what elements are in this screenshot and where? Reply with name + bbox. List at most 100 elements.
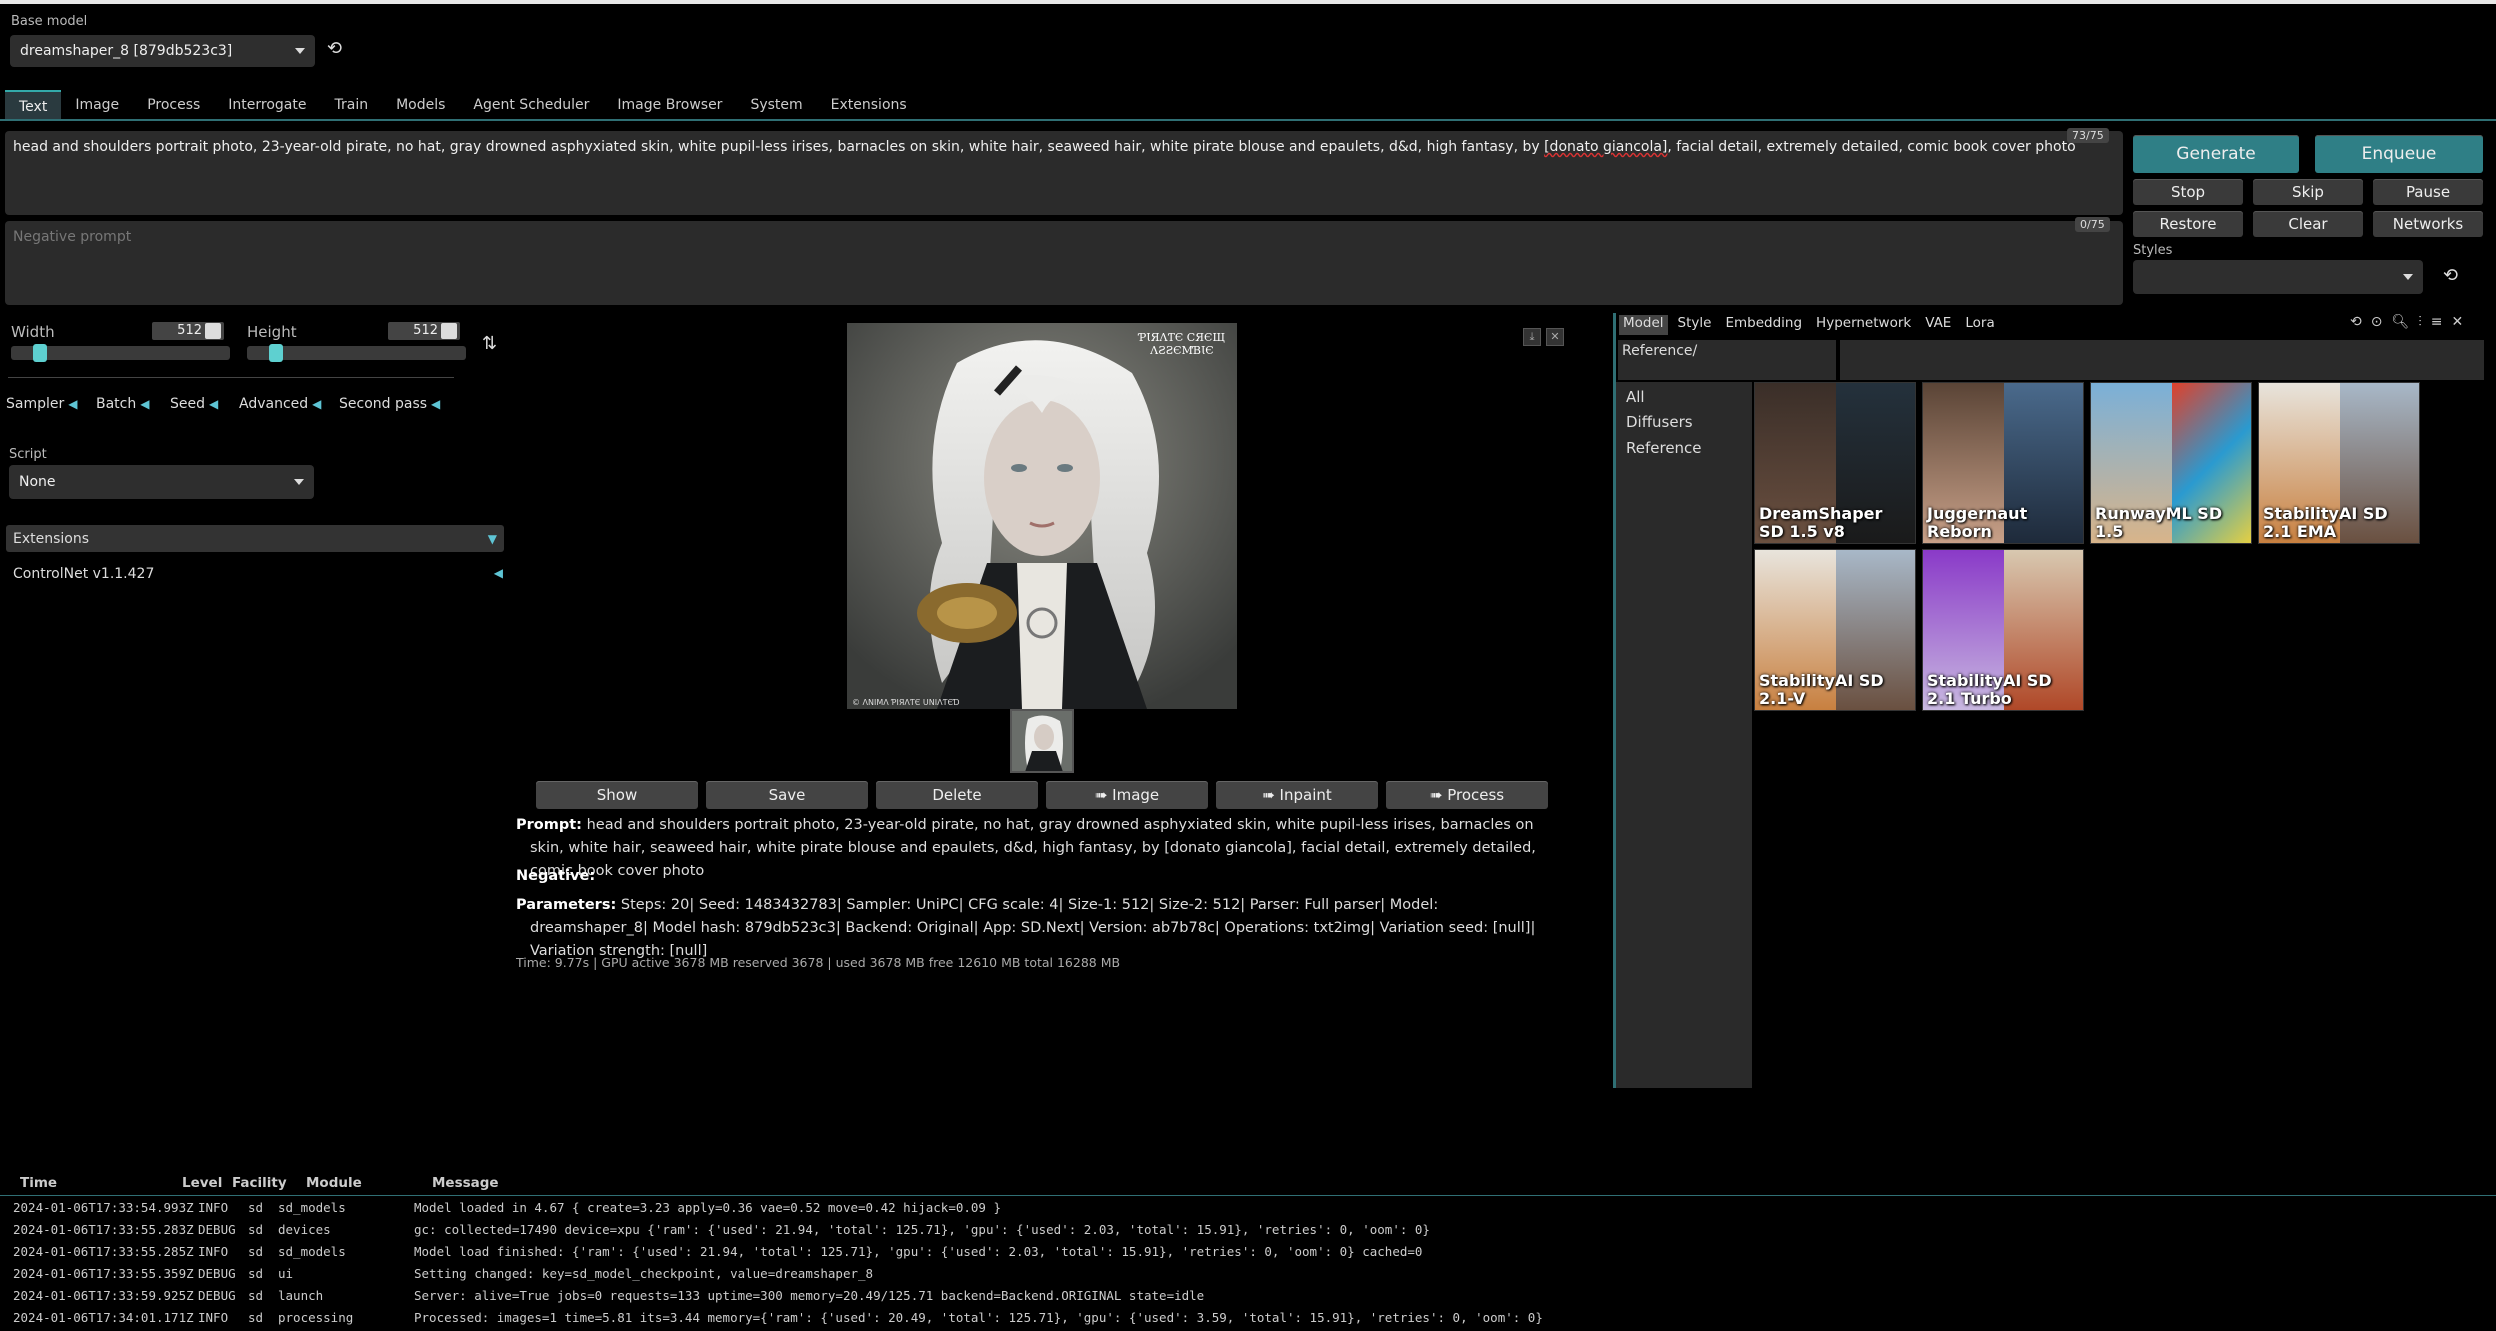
negative-prompt-input[interactable]: Negative prompt — [5, 221, 2123, 305]
send-to-process-button[interactable]: ➠ Process — [1386, 781, 1548, 809]
networks-folder-list: All Diffusers Reference — [1616, 382, 1752, 1088]
pause-button[interactable]: Pause — [2373, 179, 2483, 205]
stop-button[interactable]: Stop — [2133, 179, 2243, 205]
folder-diffusers[interactable]: Diffusers — [1626, 413, 1693, 431]
model-card-sd21-ema[interactable]: StabilityAI SD 2.1 EMA — [2258, 382, 2420, 544]
tab-text[interactable]: Text — [5, 90, 62, 120]
model-card-dreamshaper[interactable]: DreamShaper SD 1.5 v8 — [1754, 382, 1916, 544]
tab-train[interactable]: Train — [321, 90, 383, 120]
styles-select[interactable] — [2133, 260, 2423, 294]
card-label: StabilityAI SD 2.1-V — [1759, 671, 1884, 708]
networks-button[interactable]: Networks — [2373, 211, 2483, 237]
skip-button[interactable]: Skip — [2253, 179, 2363, 205]
extensions-accordion[interactable]: Extensions ▼ — [6, 525, 504, 552]
log-cell: INFO — [198, 1244, 229, 1259]
generate-button[interactable]: Generate — [2133, 135, 2299, 173]
refresh-icon[interactable]: ⟲ — [327, 38, 342, 59]
height-slider-thumb[interactable] — [268, 344, 283, 362]
chevron-down-icon — [2403, 274, 2413, 280]
download-icon[interactable]: ⤓ — [1523, 328, 1541, 346]
negative-prompt-placeholder: Negative prompt — [13, 229, 132, 245]
tab-image-browser[interactable]: Image Browser — [603, 90, 736, 120]
networks-tab-lora[interactable]: Lora — [1961, 315, 1998, 335]
accordion-advanced[interactable]: Advanced ◀ — [239, 396, 321, 412]
tab-process[interactable]: Process — [133, 90, 214, 120]
prompt-token-counter: 73/75 — [2067, 128, 2109, 143]
prompt-text-2: , facial detail, extremely detailed, com… — [1667, 139, 2076, 155]
networks-tab-model[interactable]: Model — [1619, 315, 1668, 335]
tab-extensions[interactable]: Extensions — [817, 90, 921, 120]
tab-models[interactable]: Models — [382, 90, 459, 120]
log-divider — [0, 1195, 2496, 1196]
search-icon[interactable]: 🔍︎ — [2391, 314, 2409, 330]
accordion-sampler[interactable]: Sampler ◀ — [6, 396, 77, 412]
folder-all[interactable]: All — [1626, 388, 1645, 406]
networks-search-input[interactable] — [1840, 340, 2484, 380]
accordion-batch[interactable]: Batch ◀ — [96, 396, 149, 412]
enqueue-button[interactable]: Enqueue — [2315, 135, 2483, 173]
width-spinner-icon[interactable] — [205, 323, 221, 339]
networks-tab-hypernetwork[interactable]: Hypernetwork — [1812, 315, 1915, 335]
close-icon[interactable]: ✕ — [2451, 314, 2463, 330]
accordion-seed[interactable]: Seed ◀ — [170, 396, 218, 412]
accordion-label: Batch — [96, 396, 137, 412]
chevron-down-icon — [294, 479, 304, 485]
extension-controlnet[interactable]: ControlNet v1.1.427 ◀ — [13, 566, 503, 582]
negative-info: Negative: — [516, 865, 595, 888]
swap-dimensions-icon[interactable]: ⇅ — [482, 333, 497, 354]
restore-button[interactable]: Restore — [2133, 211, 2243, 237]
folder-reference[interactable]: Reference — [1626, 439, 1702, 457]
model-card-sd21-v[interactable]: StabilityAI SD 2.1-V — [1754, 549, 1916, 711]
log-cell: sd — [248, 1200, 264, 1215]
prompt-info-label: Prompt: — [516, 817, 582, 833]
tab-interrogate[interactable]: Interrogate — [214, 90, 320, 120]
log-row: 2024-01-06T17:33:55.285Z INFO sd sd_models M… — [0, 1241, 2496, 1263]
model-card-juggernaut[interactable]: Juggernaut Reborn — [1922, 382, 2084, 544]
networks-path: Reference/ — [1622, 343, 1698, 359]
networks-tab-embedding[interactable]: Embedding — [1721, 315, 1806, 335]
accordion-label: Advanced — [239, 396, 309, 412]
extensions-label: Extensions — [13, 530, 90, 547]
networks-tab-vae[interactable]: VAE — [1921, 315, 1955, 335]
info-icon[interactable]: ⊙ — [2371, 314, 2383, 330]
send-to-inpaint-button[interactable]: ➠ Inpaint — [1216, 781, 1378, 809]
tab-image[interactable]: Image — [61, 90, 133, 120]
styles-refresh-icon[interactable]: ⟲ — [2443, 265, 2458, 286]
log-cell: gc: collected=17490 device=xpu {'ram': {… — [414, 1222, 1430, 1237]
log-cell: Server: alive=True jobs=0 requests=133 u… — [414, 1288, 1205, 1303]
script-select[interactable]: None — [9, 465, 314, 499]
height-spinner-icon[interactable] — [441, 323, 457, 339]
generated-image[interactable]: ƤƖЯΛƬЄ CЯЄЩ ΛƧƧЄMƁƖЄ © ΛNIMΛ ƤIЯΛƬЄ UNIΛ… — [847, 323, 1237, 709]
gallery-thumbnail[interactable] — [1010, 709, 1074, 773]
accordion-second-pass[interactable]: Second pass ◀ — [339, 396, 440, 412]
pin-icon[interactable]: ⫶ — [2418, 314, 2422, 330]
networks-tabs: Model Style Embedding Hypernetwork VAE Lora — [1619, 315, 1999, 335]
height-label: Height — [247, 323, 297, 341]
refresh-icon[interactable]: ⟲ — [2350, 314, 2362, 330]
networks-tab-style[interactable]: Style — [1674, 315, 1716, 335]
base-model-select[interactable]: dreamshaper_8 [879db523c3] — [10, 35, 315, 67]
delete-button[interactable]: Delete — [876, 781, 1038, 809]
log-row: 2024-01-06T17:33:59.925Z DEBUG sd launch Ser… — [0, 1285, 2496, 1307]
width-slider-thumb[interactable] — [32, 344, 47, 362]
log-header-facility: Facility — [232, 1175, 287, 1191]
log-cell: 2024-01-06T17:33:54.993Z — [13, 1200, 194, 1215]
log-cell: sd_models — [278, 1244, 346, 1259]
parameters-info: Parameters: Steps: 20| Seed: 1483432783|… — [516, 894, 1546, 963]
negative-token-counter: 0/75 — [2075, 217, 2110, 232]
triangle-left-icon: ◀ — [431, 397, 441, 411]
close-icon[interactable]: ✕ — [1546, 328, 1564, 346]
save-button[interactable]: Save — [706, 781, 868, 809]
prompt-input[interactable]: head and shoulders portrait photo, 23-ye… — [5, 131, 2123, 215]
tab-agent-scheduler[interactable]: Agent Scheduler — [459, 90, 603, 120]
log-cell: 2024-01-06T17:33:59.925Z — [13, 1288, 194, 1303]
clear-button[interactable]: Clear — [2253, 211, 2363, 237]
list-icon[interactable]: ≡ — [2431, 314, 2443, 330]
send-to-image-button[interactable]: ➠ Image — [1046, 781, 1208, 809]
tab-system[interactable]: System — [736, 90, 816, 120]
show-button[interactable]: Show — [536, 781, 698, 809]
log-cell: INFO — [198, 1310, 229, 1325]
model-card-sd21-turbo[interactable]: StabilityAI SD 2.1 Turbo — [1922, 549, 2084, 711]
main-tabs: Text Image Process Interrogate Train Models Ag… — [5, 90, 921, 120]
model-card-runwayml[interactable]: RunwayML SD 1.5 — [2090, 382, 2252, 544]
